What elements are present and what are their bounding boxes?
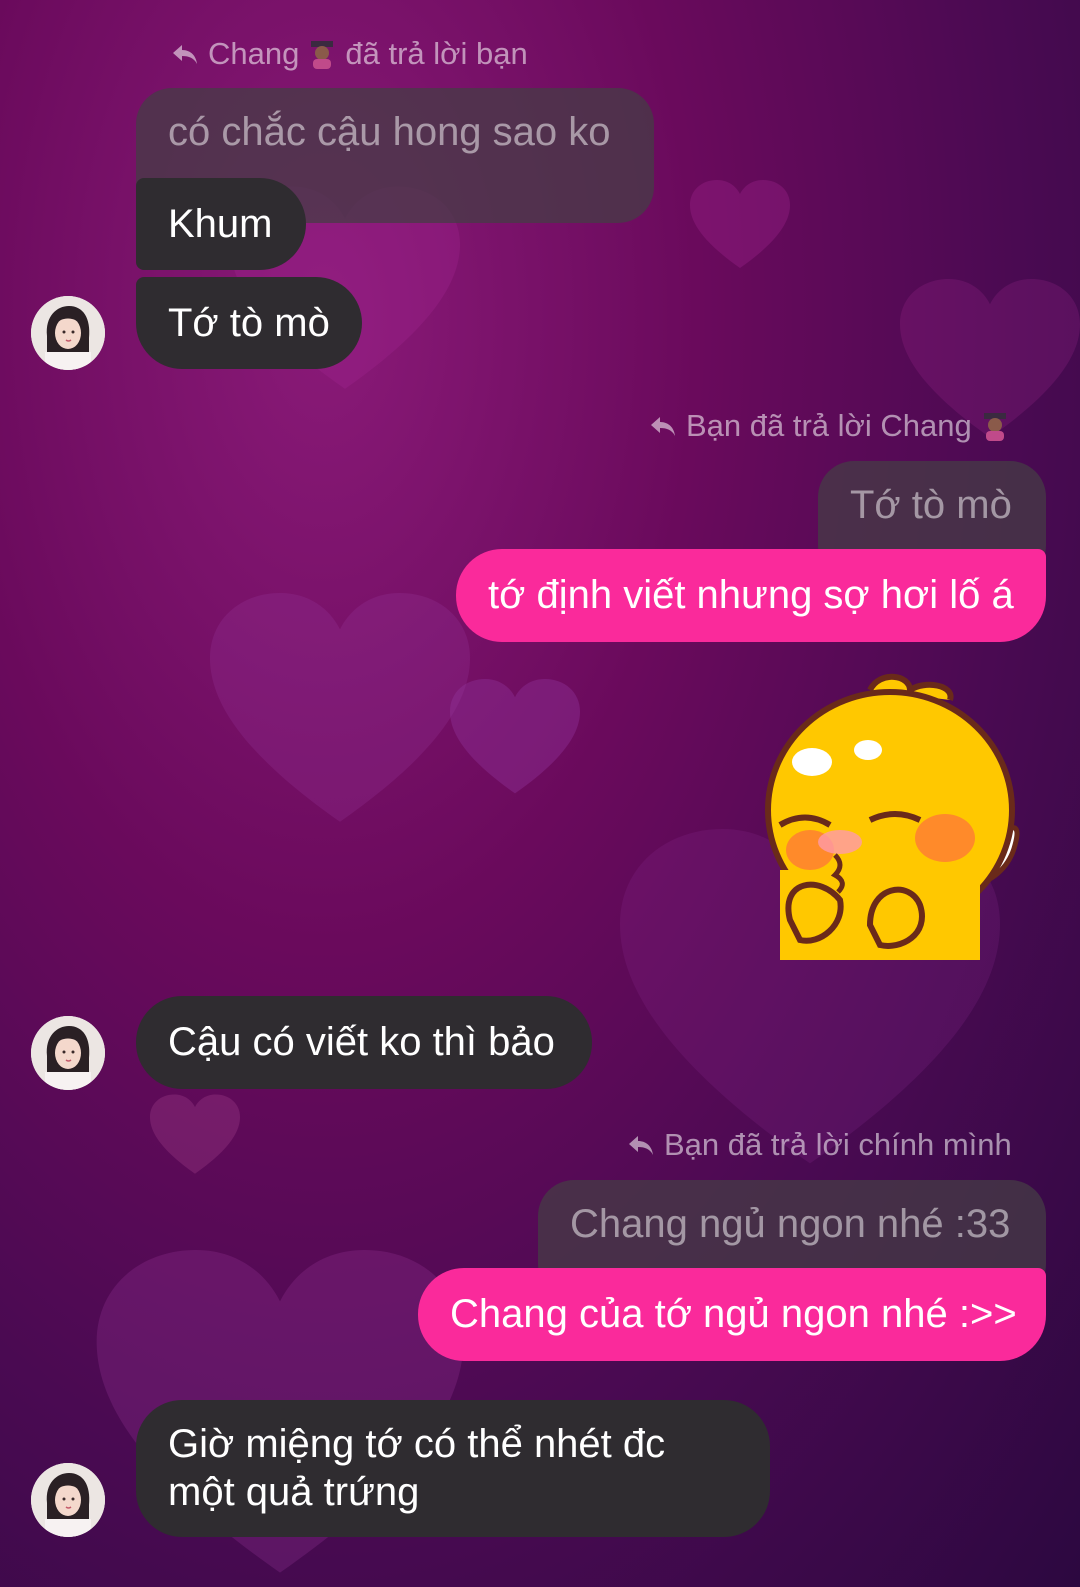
outgoing-message[interactable]: tớ định viết nhưng sợ hơi lố á: [456, 549, 1046, 642]
chick-sticker-icon: [765, 673, 1020, 960]
avatar[interactable]: [31, 1016, 105, 1090]
incoming-message[interactable]: Cậu có viết ko thì bảo: [136, 996, 592, 1089]
reply-header-incoming: Chang đã trả lời bạn: [172, 36, 528, 72]
avatar[interactable]: [31, 296, 105, 370]
quoted-text: Tớ tò mò: [850, 483, 1012, 527]
quoted-text: Chang ngủ ngon nhé :33: [570, 1202, 1011, 1246]
reply-arrow-icon: [629, 1136, 653, 1155]
heart-icon: [210, 590, 470, 830]
sticker-image[interactable]: [760, 670, 1022, 960]
message-text: Tớ tò mò: [168, 301, 330, 345]
outgoing-message[interactable]: Chang của tớ ngủ ngon nhé :>>: [418, 1268, 1046, 1361]
message-text: Cậu có viết ko thì bảo: [168, 1020, 555, 1064]
reply-arrow-icon: [651, 417, 675, 436]
heart-icon: [450, 675, 580, 800]
reply-header-self: Bạn đã trả lời chính mình: [628, 1127, 1012, 1163]
message-text: Chang của tớ ngủ ngon nhé :>>: [450, 1292, 1017, 1336]
message-text-line: một quả trứng: [168, 1470, 420, 1514]
quoted-text: có chắc cậu hong sao ko: [168, 110, 611, 154]
reply-label-text: Bạn đã trả lời Chang: [686, 408, 972, 443]
message-text: tớ định viết nhưng sợ hơi lố á: [488, 573, 1014, 617]
reply-header-outgoing: Bạn đã trả lời Chang: [650, 408, 1008, 444]
avatar[interactable]: [31, 1463, 105, 1537]
reply-suffix: đã trả lời bạn: [345, 36, 528, 71]
incoming-message[interactable]: Tớ tò mò: [136, 277, 362, 369]
message-text: Khum: [168, 202, 273, 246]
incoming-message[interactable]: Khum: [136, 178, 306, 270]
woman-student-emoji-icon: [982, 411, 1008, 441]
reply-label-text: Bạn đã trả lời chính mình: [664, 1127, 1012, 1162]
heart-icon: [150, 1090, 240, 1180]
reply-sender-name: Chang: [208, 36, 300, 71]
message-text-line: Giờ miệng tớ có thể nhét đc: [168, 1422, 666, 1466]
reply-arrow-icon: [173, 45, 197, 64]
heart-icon: [690, 175, 790, 275]
woman-student-emoji-icon: [309, 39, 335, 69]
incoming-message[interactable]: Giờ miệng tớ có thể nhét đc một quả trứn…: [136, 1400, 770, 1537]
